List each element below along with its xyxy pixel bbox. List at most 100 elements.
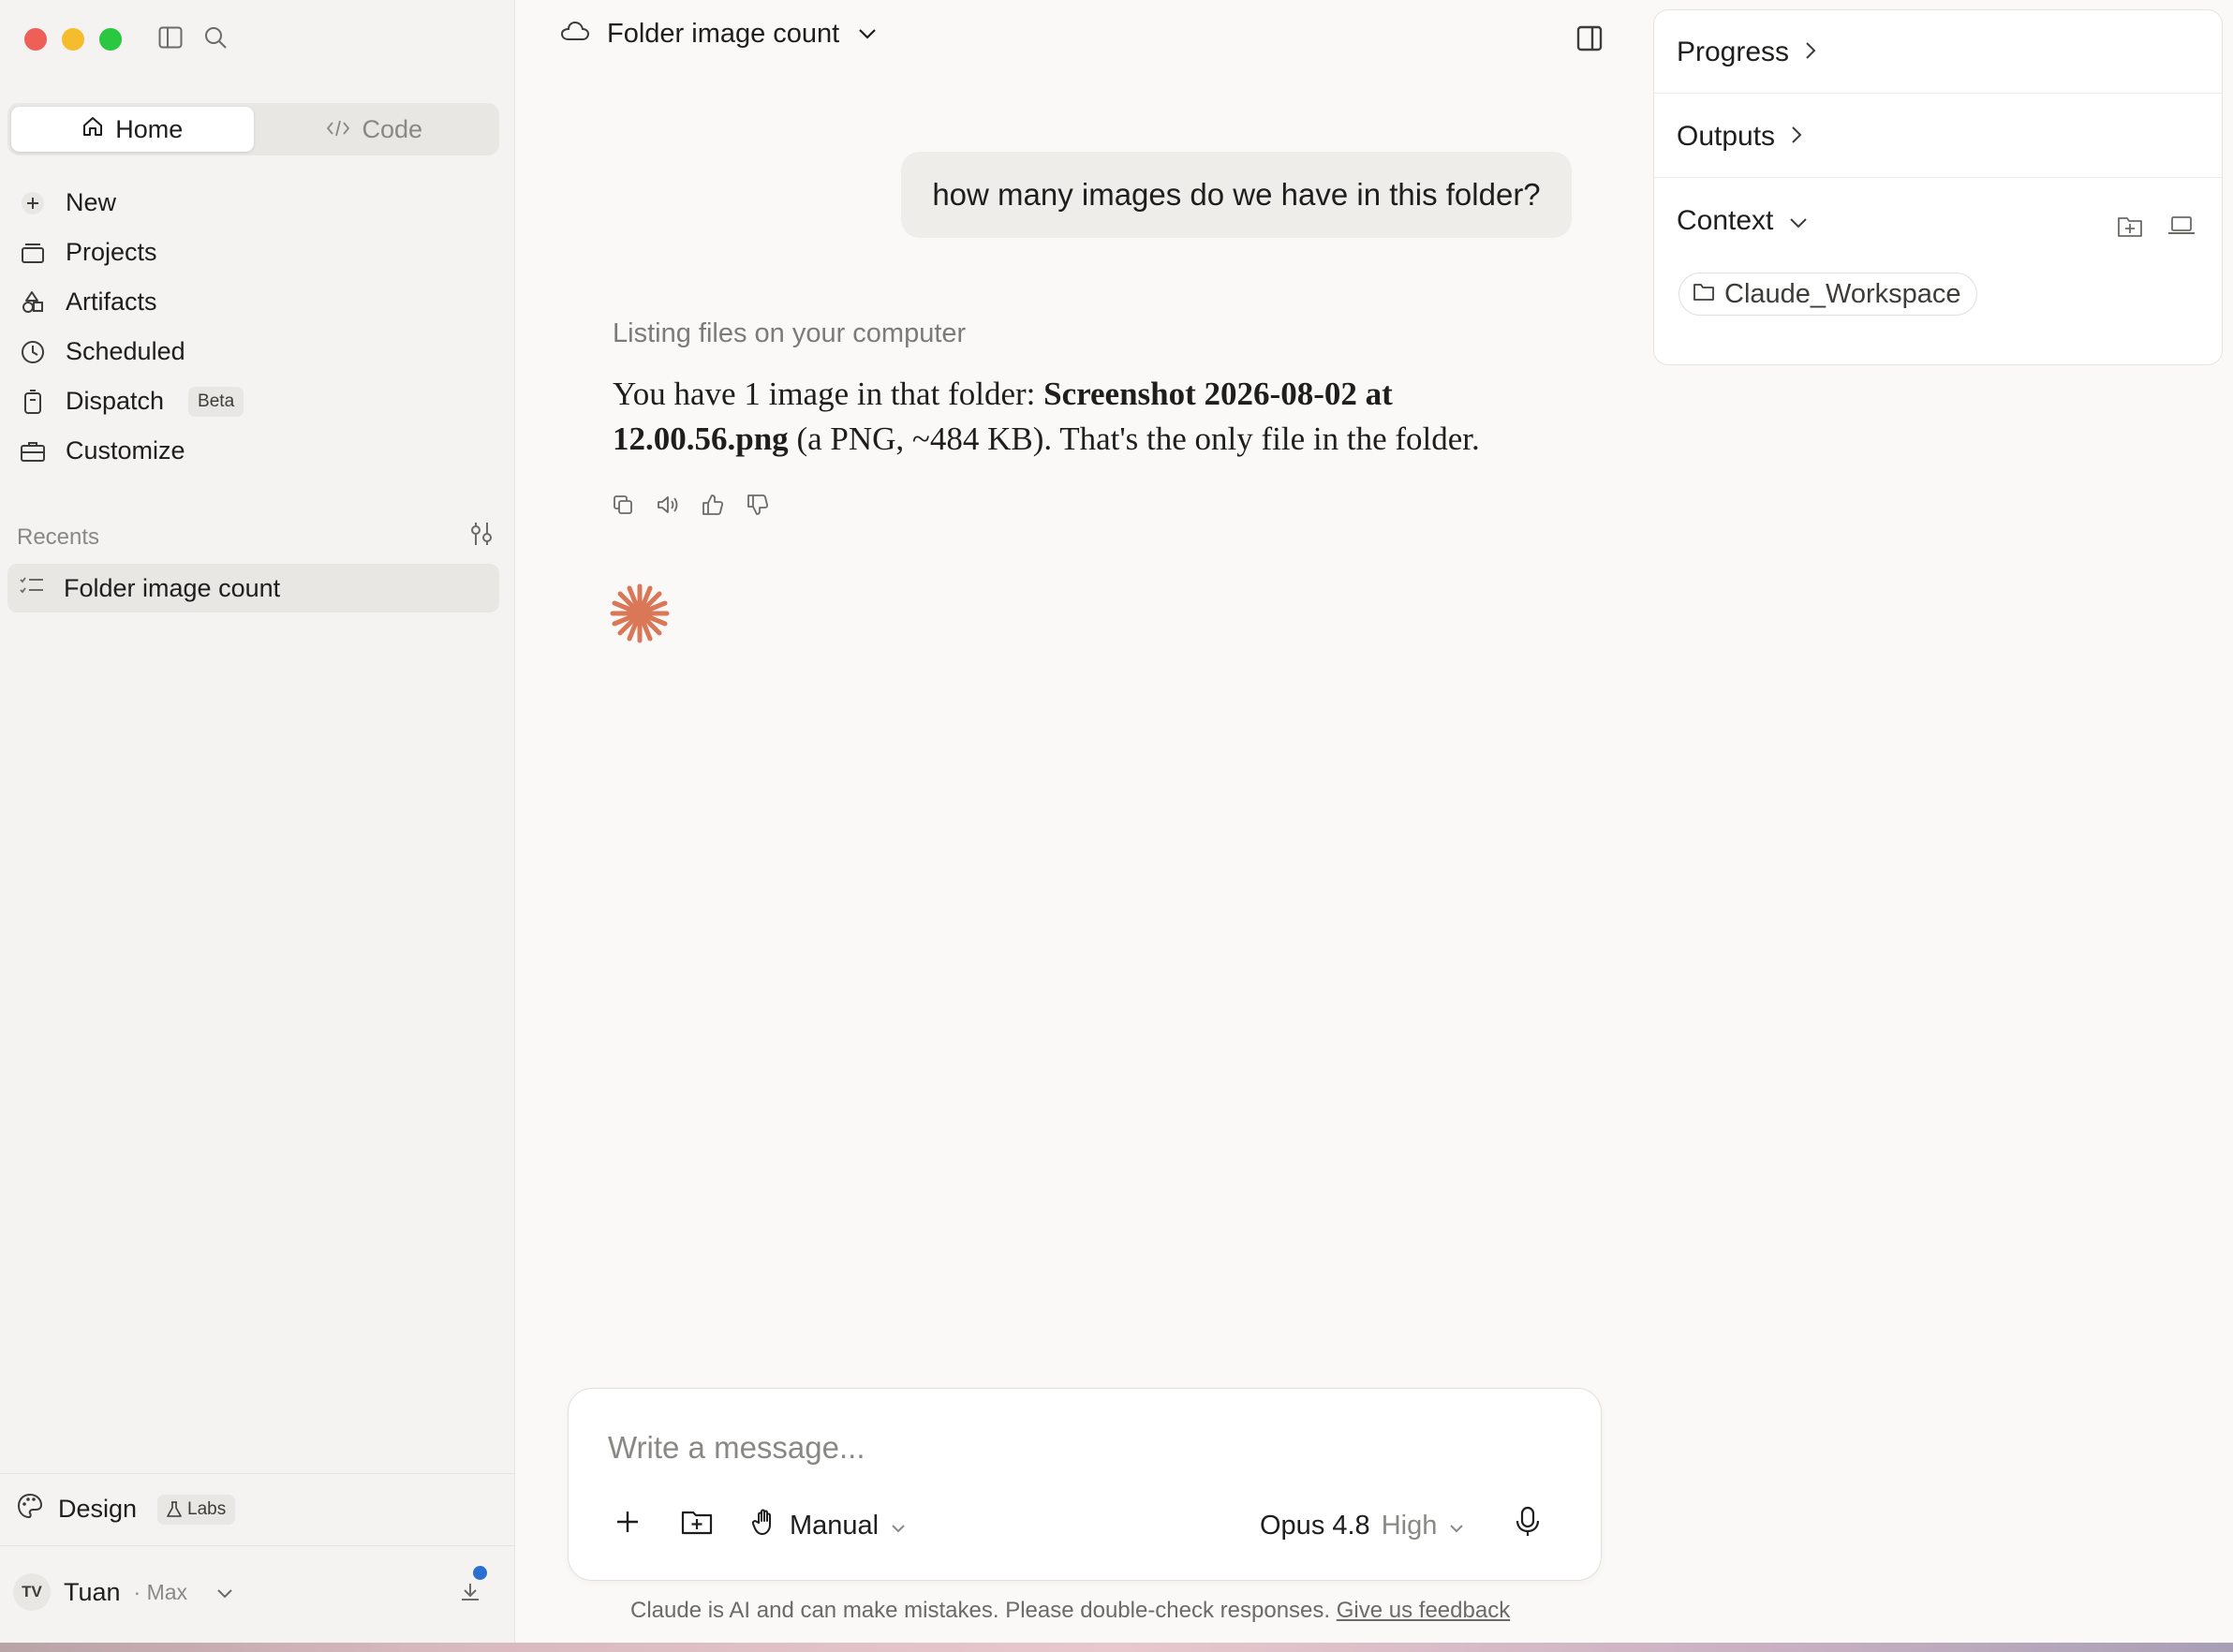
minimize-window-button[interactable] bbox=[62, 28, 84, 51]
laptop-icon[interactable] bbox=[2167, 214, 2197, 244]
user-message-text: how many images do we have in this folde… bbox=[932, 177, 1541, 212]
copy-icon[interactable] bbox=[611, 493, 635, 517]
clock-icon bbox=[19, 338, 47, 366]
answer-suffix: (a PNG, ~484 KB). That's the only file i… bbox=[788, 420, 1480, 457]
chevron-down-icon bbox=[1788, 205, 1809, 237]
workspace-folder-chip[interactable]: Claude_Workspace bbox=[1678, 273, 1977, 316]
sidebar-item-artifacts[interactable]: Artifacts bbox=[11, 277, 498, 327]
message-input[interactable]: Write a message... bbox=[608, 1430, 865, 1466]
divider bbox=[1654, 93, 2222, 94]
artifacts-icon bbox=[19, 288, 47, 317]
sidebar-nav: New Projects Artifacts Scheduled Dispatc… bbox=[11, 178, 498, 476]
tab-code-label: Code bbox=[362, 114, 423, 143]
search-icon[interactable] bbox=[200, 22, 230, 52]
user-message: how many images do we have in this folde… bbox=[901, 152, 1572, 238]
palette-icon bbox=[17, 1493, 43, 1526]
account-menu[interactable]: TV Tuan · Max bbox=[13, 1566, 500, 1611]
answer-prefix: You have 1 image in that folder: bbox=[613, 376, 1044, 412]
user-name: Tuan bbox=[64, 1577, 121, 1606]
tool-status[interactable]: Listing files on your computer bbox=[613, 318, 966, 349]
outputs-label: Outputs bbox=[1677, 121, 1776, 152]
sidebar-toggle-icon[interactable] bbox=[155, 22, 185, 52]
chevron-down-icon bbox=[215, 1578, 234, 1607]
tab-home[interactable]: Home bbox=[11, 107, 254, 152]
speaker-icon[interactable] bbox=[656, 493, 680, 517]
avatar: TV bbox=[13, 1573, 51, 1611]
sidebar-item-label: Projects bbox=[66, 238, 157, 266]
chevron-right-icon bbox=[1790, 121, 1803, 153]
chat-title: Folder image count bbox=[607, 19, 840, 49]
message-actions bbox=[611, 493, 770, 517]
effort-level: High bbox=[1381, 1510, 1438, 1541]
tab-home-label: Home bbox=[115, 114, 184, 143]
labs-badge-label: Labs bbox=[187, 1498, 227, 1519]
model-name: Opus 4.8 bbox=[1260, 1510, 1370, 1541]
labs-badge: Labs bbox=[157, 1494, 236, 1525]
recents-header: Recents bbox=[17, 521, 495, 553]
sidebar-item-scheduled[interactable]: Scheduled bbox=[11, 327, 498, 376]
sidebar-item-customize[interactable]: Customize bbox=[11, 426, 498, 476]
context-section[interactable]: Context bbox=[1677, 205, 1809, 237]
add-folder-button[interactable] bbox=[681, 1505, 713, 1546]
disclaimer: Claude is AI and can make mistakes. Plea… bbox=[630, 1598, 1510, 1624]
briefcase-icon bbox=[19, 437, 47, 465]
assistant-message: You have 1 image in that folder: Screens… bbox=[613, 372, 1549, 462]
zoom-window-button[interactable] bbox=[99, 28, 122, 51]
flask-icon bbox=[167, 1500, 182, 1517]
design-label: Design bbox=[58, 1495, 138, 1523]
panel-toggle-icon[interactable] bbox=[1575, 24, 1607, 56]
sidebar-item-label: Dispatch bbox=[66, 387, 165, 415]
sidebar-item-label: New bbox=[66, 188, 117, 216]
folder-plus-icon bbox=[681, 1508, 713, 1543]
divider bbox=[1654, 177, 2222, 178]
cloud-icon bbox=[560, 19, 590, 50]
notification-dot bbox=[473, 1566, 487, 1580]
progress-section[interactable]: Progress bbox=[1677, 37, 1817, 68]
chevron-down-icon bbox=[856, 19, 879, 50]
chevron-down-icon bbox=[890, 1511, 907, 1541]
context-panel: Progress Outputs Context Claude_Workspac… bbox=[1653, 9, 2223, 365]
home-icon bbox=[81, 115, 104, 144]
sidebar-item-label: Customize bbox=[66, 436, 185, 465]
close-window-button[interactable] bbox=[24, 28, 47, 51]
download-icon[interactable] bbox=[451, 1566, 489, 1611]
hand-icon bbox=[751, 1508, 778, 1543]
design-link[interactable]: Design Labs bbox=[17, 1493, 236, 1526]
add-attachment-button[interactable] bbox=[614, 1505, 642, 1546]
feedback-link[interactable]: Give us feedback bbox=[1337, 1598, 1510, 1623]
context-label: Context bbox=[1677, 205, 1774, 236]
task-list-icon bbox=[19, 574, 45, 603]
claude-spark-icon bbox=[609, 583, 671, 644]
sidebar-item-new[interactable]: New bbox=[11, 178, 498, 228]
filter-icon[interactable] bbox=[468, 521, 495, 553]
mode-selector[interactable]: Manual bbox=[751, 1505, 907, 1546]
voice-input-button[interactable] bbox=[1515, 1505, 1541, 1546]
folder-chip-label: Claude_Workspace bbox=[1724, 278, 1961, 309]
dispatch-icon bbox=[19, 388, 47, 416]
sidebar-item-projects[interactable]: Projects bbox=[11, 228, 498, 277]
recent-chat-label: Folder image count bbox=[64, 573, 281, 602]
tab-code[interactable]: Code bbox=[254, 107, 496, 152]
projects-icon bbox=[19, 239, 47, 267]
plus-icon bbox=[614, 1508, 642, 1543]
beta-badge: Beta bbox=[188, 386, 244, 417]
sidebar-item-label: Artifacts bbox=[66, 288, 157, 316]
thumbs-down-icon[interactable] bbox=[746, 493, 770, 517]
chevron-down-icon bbox=[1448, 1511, 1465, 1541]
divider bbox=[0, 1545, 515, 1546]
message-composer: Write a message... Manual Opus 4.8 High bbox=[568, 1388, 1602, 1581]
model-selector[interactable]: Opus 4.8 High bbox=[1260, 1505, 1465, 1546]
thumbs-up-icon[interactable] bbox=[701, 493, 725, 517]
mode-label: Manual bbox=[790, 1510, 880, 1541]
recents-label: Recents bbox=[17, 524, 100, 550]
user-plan: · Max bbox=[133, 1579, 188, 1604]
outputs-section[interactable]: Outputs bbox=[1677, 121, 1803, 153]
progress-label: Progress bbox=[1677, 37, 1790, 67]
microphone-icon bbox=[1515, 1506, 1541, 1545]
code-icon bbox=[326, 115, 350, 144]
plus-icon bbox=[19, 189, 47, 217]
chat-title-menu[interactable]: Folder image count bbox=[560, 19, 879, 50]
add-folder-icon[interactable] bbox=[2117, 214, 2147, 244]
recent-chat-item[interactable]: Folder image count bbox=[7, 564, 499, 612]
sidebar-item-dispatch[interactable]: Dispatch Beta bbox=[11, 376, 498, 426]
